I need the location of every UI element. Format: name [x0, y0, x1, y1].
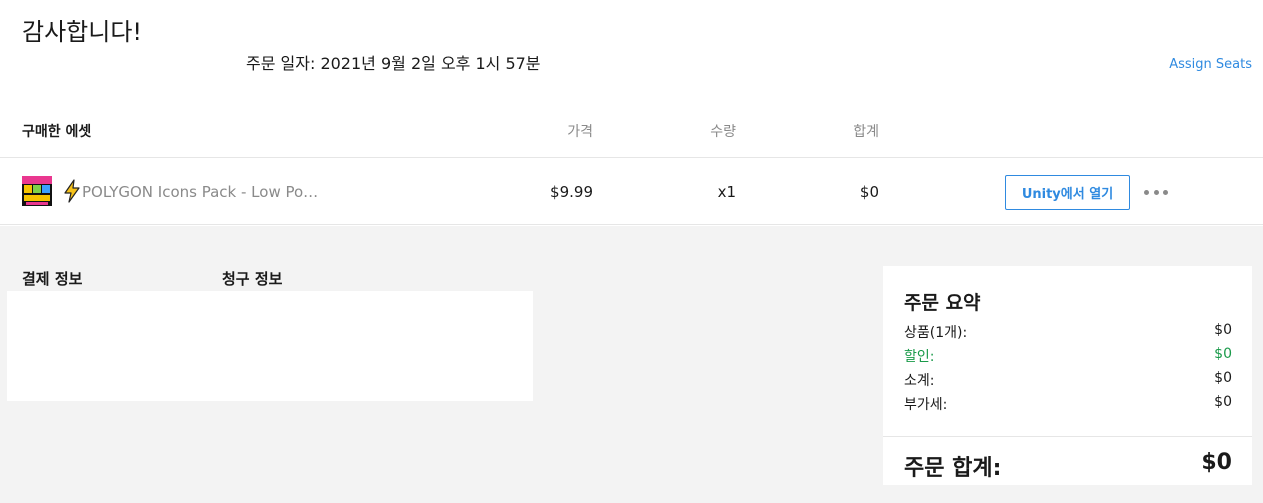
column-header-total: 합계 — [853, 124, 879, 140]
assign-seats-link[interactable]: Assign Seats — [1169, 57, 1252, 72]
summary-row-subtotal: 소계: $0 — [904, 370, 1232, 392]
order-summary-title: 주문 요약 — [904, 292, 981, 314]
asset-quantity: x1 — [717, 183, 736, 201]
more-options-icon[interactable] — [1144, 183, 1168, 201]
payment-info-label: 결제 정보 — [22, 270, 83, 288]
summary-vat-label: 부가세: — [904, 397, 948, 413]
order-date: 주문 일자: 2021년 9월 2일 오후 1시 57분 — [246, 54, 541, 73]
summary-discount-value: $0 — [1214, 346, 1232, 362]
column-header-price: 가격 — [567, 124, 593, 140]
table-row: POLYGON Icons Pack - Low Po… $9.99 x1 $0… — [0, 159, 1263, 225]
asset-price: $9.99 — [550, 183, 593, 201]
summary-row-vat: 부가세: $0 — [904, 394, 1232, 416]
summary-divider — [883, 436, 1252, 437]
summary-items-label: 상품(1개): — [904, 325, 968, 341]
order-details-section: 결제 정보 청구 정보 주문 요약 상품(1개): $0 할인: $0 소계: … — [0, 226, 1263, 503]
lightning-icon — [64, 179, 80, 203]
order-summary-card: 주문 요약 상품(1개): $0 할인: $0 소계: $0 부가세: $0 주… — [883, 266, 1252, 485]
summary-discount-label: 할인: — [904, 349, 935, 365]
summary-subtotal-label: 소계: — [904, 373, 935, 389]
summary-vat-value: $0 — [1214, 394, 1232, 410]
summary-row-items: 상품(1개): $0 — [904, 322, 1232, 344]
summary-items-value: $0 — [1214, 322, 1232, 338]
payment-billing-info-box — [7, 291, 533, 401]
order-total-row: 주문 합계: $0 — [904, 450, 1232, 481]
asset-name-link[interactable]: POLYGON Icons Pack - Low Po… — [82, 183, 334, 201]
asset-total: $0 — [859, 183, 879, 201]
order-confirmation-page: 감사합니다! 주문 일자: 2021년 9월 2일 오후 1시 57분 Assi… — [0, 0, 1263, 503]
summary-row-discount: 할인: $0 — [904, 346, 1232, 368]
summary-subtotal-value: $0 — [1214, 370, 1232, 386]
order-total-value: $0 — [1201, 450, 1232, 475]
asset-thumbnail[interactable] — [22, 176, 52, 206]
page-title: 감사합니다! — [22, 18, 143, 46]
column-header-asset: 구매한 에셋 — [22, 124, 92, 140]
column-header-quantity: 수량 — [710, 124, 736, 140]
open-in-unity-button[interactable]: Unity에서 열기 — [1005, 175, 1130, 210]
assets-table-header: 구매한 에셋 가격 수량 합계 — [0, 108, 1263, 158]
billing-info-label: 청구 정보 — [222, 270, 283, 288]
order-total-label: 주문 합계: — [904, 456, 1002, 481]
